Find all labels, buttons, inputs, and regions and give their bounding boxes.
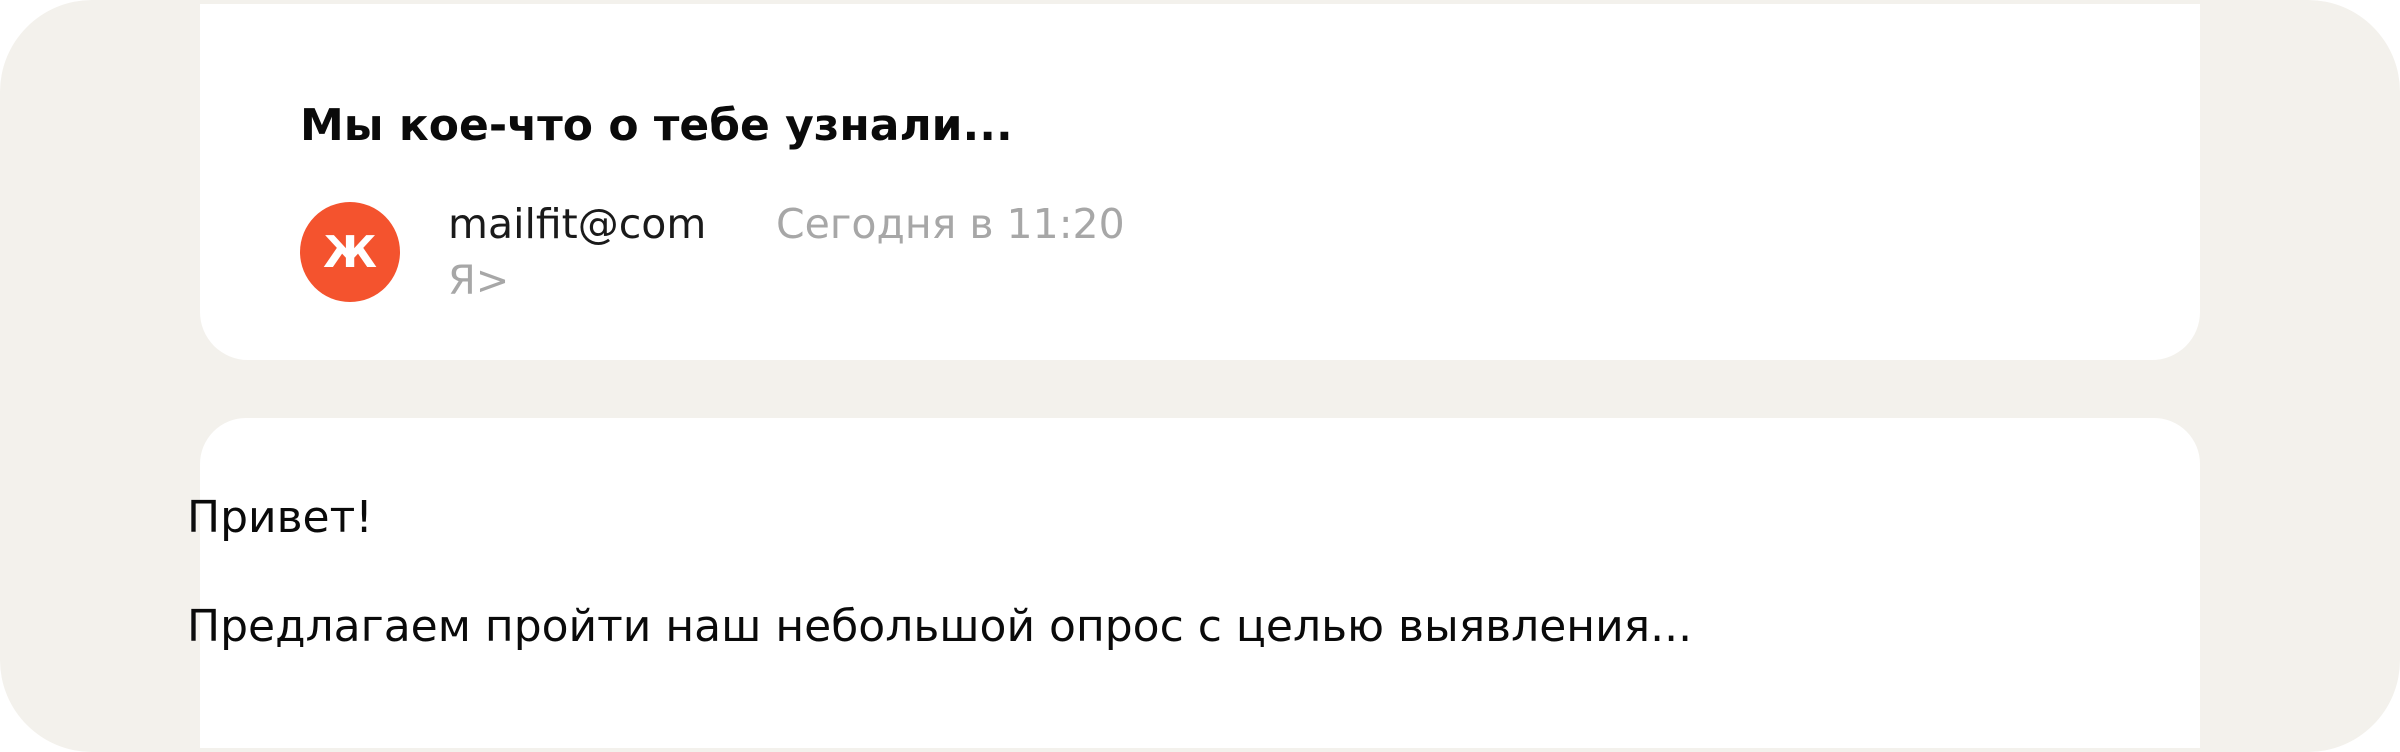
email-timestamp: Сегодня в 11:20 (776, 200, 1125, 248)
email-greeting: Привет! (187, 492, 373, 543)
sender-avatar[interactable]: Ж (300, 202, 400, 302)
email-header-card: Мы кое-что о тебе узнали... Ж mailfit@co… (200, 4, 2200, 360)
email-body-card (200, 418, 2200, 748)
email-viewer: Мы кое-что о тебе узнали... Ж mailfit@co… (0, 0, 2400, 752)
sender-address[interactable]: mailfit@com (448, 200, 706, 248)
email-message: Предлагаем пройти наш небольшой опрос с … (187, 601, 1693, 652)
email-subject: Мы кое-что о тебе узнали... (300, 100, 1013, 151)
recipient-label[interactable]: Я> (448, 258, 509, 304)
